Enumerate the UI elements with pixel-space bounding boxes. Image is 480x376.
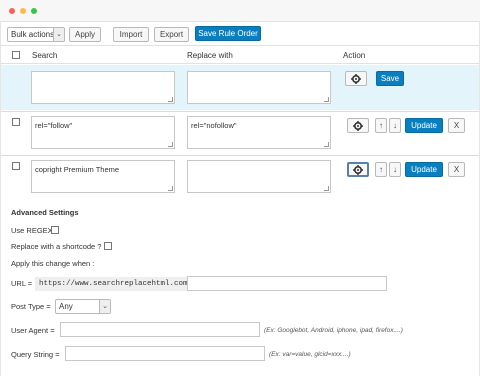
search-textarea[interactable]: copright Premium Theme — [31, 160, 175, 193]
post-type-value: Any — [59, 302, 73, 311]
resize-grip-icon[interactable] — [324, 97, 329, 102]
user-agent-input[interactable] — [60, 322, 260, 337]
resize-grip-icon[interactable] — [168, 186, 173, 191]
search-value: rel="follow" — [35, 121, 73, 130]
post-type-select[interactable]: Any ⌄ — [55, 299, 111, 314]
plugin-panel: Bulk actions ⌄ Apply Import Export Save … — [0, 22, 480, 376]
url-code: https://www.searchreplacehtml.com — [35, 277, 192, 291]
url-input[interactable] — [187, 276, 387, 291]
import-button[interactable]: Import — [113, 27, 149, 42]
column-action: Action — [343, 51, 366, 60]
move-up-button[interactable]: ↑ — [375, 118, 387, 133]
move-down-button[interactable]: ↓ — [389, 118, 401, 133]
move-up-button[interactable]: ↑ — [375, 162, 387, 177]
new-rule-row: Save — [1, 65, 479, 110]
resize-grip-icon[interactable] — [324, 186, 329, 191]
update-button[interactable]: Update — [405, 162, 443, 177]
use-regex-checkbox[interactable] — [51, 226, 59, 234]
maximize-window-dot[interactable] — [31, 8, 37, 14]
replace-value: rel="nofollow" — [191, 121, 237, 130]
select-all-checkbox[interactable] — [12, 51, 20, 59]
close-window-dot[interactable] — [9, 8, 15, 14]
settings-gear-button[interactable] — [347, 118, 369, 133]
chevron-down-icon: ⌄ — [53, 28, 64, 41]
table-header: Search Replace with Action — [1, 45, 479, 64]
column-replace: Replace with — [187, 51, 233, 60]
query-string-input[interactable] — [65, 346, 265, 361]
column-search: Search — [32, 51, 58, 60]
replace-shortcode-checkbox[interactable] — [104, 242, 112, 250]
url-label: URL = — [11, 279, 33, 288]
minimize-window-dot[interactable] — [20, 8, 26, 14]
table-row: rel="follow" rel="nofollow" ↑ ↓ Update X — [1, 112, 479, 155]
user-agent-label: User Agent = — [11, 326, 55, 335]
search-value: copright Premium Theme — [35, 165, 120, 174]
use-regex-label: Use REGEX — [11, 226, 53, 235]
new-search-textarea[interactable] — [31, 71, 175, 104]
apply-when-label: Apply this change when : — [11, 259, 95, 268]
export-button[interactable]: Export — [154, 27, 189, 42]
post-type-label: Post Type = — [11, 302, 51, 311]
delete-button[interactable]: X — [448, 162, 465, 177]
replace-textarea[interactable]: rel="nofollow" — [187, 116, 331, 149]
replace-shortcode-label: Replace with a shortcode ? — [11, 242, 102, 251]
apply-button[interactable]: Apply — [69, 27, 101, 42]
query-string-label: Query String = — [11, 350, 60, 359]
query-string-hint: (Ex: var=value, glcid=xxx....) — [269, 351, 351, 358]
resize-grip-icon[interactable] — [168, 97, 173, 102]
user-agent-hint: (Ex: Googlebot, Android, iphone, ipad, f… — [264, 327, 403, 334]
bulk-actions-select[interactable]: Bulk actions ⌄ — [7, 27, 65, 42]
gear-icon — [353, 165, 363, 175]
window-titlebar — [0, 0, 480, 22]
delete-button[interactable]: X — [448, 118, 465, 133]
save-rule-button[interactable]: Save — [376, 71, 404, 86]
row-checkbox[interactable] — [12, 162, 20, 170]
advanced-settings-title: Advanced Settings — [11, 208, 79, 217]
resize-grip-icon[interactable] — [168, 142, 173, 147]
new-replace-textarea[interactable] — [187, 71, 331, 104]
move-down-button[interactable]: ↓ — [389, 162, 401, 177]
settings-gear-button[interactable] — [345, 71, 367, 86]
replace-textarea[interactable] — [187, 160, 331, 193]
chevron-down-icon: ⌄ — [99, 300, 110, 313]
bulk-actions-value: Bulk actions — [11, 30, 55, 39]
update-button[interactable]: Update — [405, 118, 443, 133]
search-textarea[interactable]: rel="follow" — [31, 116, 175, 149]
save-rule-order-button[interactable]: Save Rule Order — [195, 26, 261, 41]
gear-icon — [351, 74, 361, 84]
resize-grip-icon[interactable] — [324, 142, 329, 147]
settings-gear-button[interactable] — [347, 162, 369, 177]
row-checkbox[interactable] — [12, 118, 20, 126]
gear-icon — [353, 121, 363, 131]
table-row: copright Premium Theme ↑ ↓ Update X — [1, 156, 479, 199]
